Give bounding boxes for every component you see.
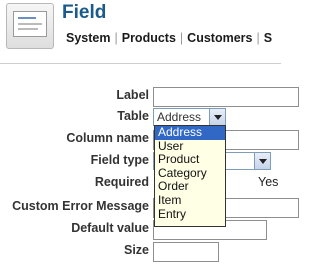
size-input[interactable] xyxy=(153,242,219,262)
table-select[interactable]: Address xyxy=(153,108,226,126)
label-input[interactable] xyxy=(153,87,299,107)
required-yes-label: Yes xyxy=(258,175,279,189)
table-dropdown-list: Address User Product Category Order Item… xyxy=(154,125,226,227)
row-custom-error: Custom Error Message xyxy=(0,197,299,218)
row-table: Table Address xyxy=(0,107,281,127)
nav-separator: | xyxy=(179,31,184,45)
nav-system[interactable]: System xyxy=(66,31,110,45)
nav-customers[interactable]: Customers xyxy=(187,31,252,45)
field-manager-icon xyxy=(6,3,54,49)
header-divider xyxy=(0,63,281,64)
size-label: Size xyxy=(123,243,149,257)
page-header: Field System | Products | Customers | S xyxy=(0,0,281,62)
nav-separator: | xyxy=(256,31,260,45)
table-select-value: Address xyxy=(157,110,202,124)
label-label: Label xyxy=(116,88,149,102)
dropdown-option-user[interactable]: User xyxy=(155,139,225,154)
nav-separator: | xyxy=(114,31,118,45)
row-required: Required Yes xyxy=(0,173,281,193)
chevron-down-icon[interactable] xyxy=(254,153,270,169)
dropdown-option-address[interactable]: Address xyxy=(155,125,225,140)
row-label: Label xyxy=(0,86,299,107)
dropdown-option-item[interactable]: Item xyxy=(155,193,225,208)
nav-products[interactable]: Products xyxy=(122,31,176,45)
required-label: Required xyxy=(94,175,149,189)
top-nav: System | Products | Customers | S xyxy=(66,31,272,47)
column-name-label: Column name xyxy=(66,131,149,145)
dropdown-option-product[interactable]: Product xyxy=(155,153,225,167)
row-size: Size xyxy=(0,241,281,262)
dropdown-option-category[interactable]: Category xyxy=(155,166,225,181)
row-column-name: Column name xyxy=(0,129,299,150)
custom-error-label: Custom Error Message xyxy=(12,199,149,213)
dropdown-option-order[interactable]: Order xyxy=(155,180,225,194)
row-field-type: Field type xyxy=(0,151,281,171)
dropdown-option-entry[interactable]: Entry xyxy=(155,207,225,222)
nav-truncated[interactable]: S xyxy=(264,31,272,45)
table-label: Table xyxy=(117,109,149,123)
page-title: Field xyxy=(62,2,107,23)
default-value-label: Default value xyxy=(71,221,149,235)
chevron-down-icon[interactable] xyxy=(209,109,225,125)
row-default-value: Default value xyxy=(0,219,281,240)
field-type-label: Field type xyxy=(90,153,149,167)
